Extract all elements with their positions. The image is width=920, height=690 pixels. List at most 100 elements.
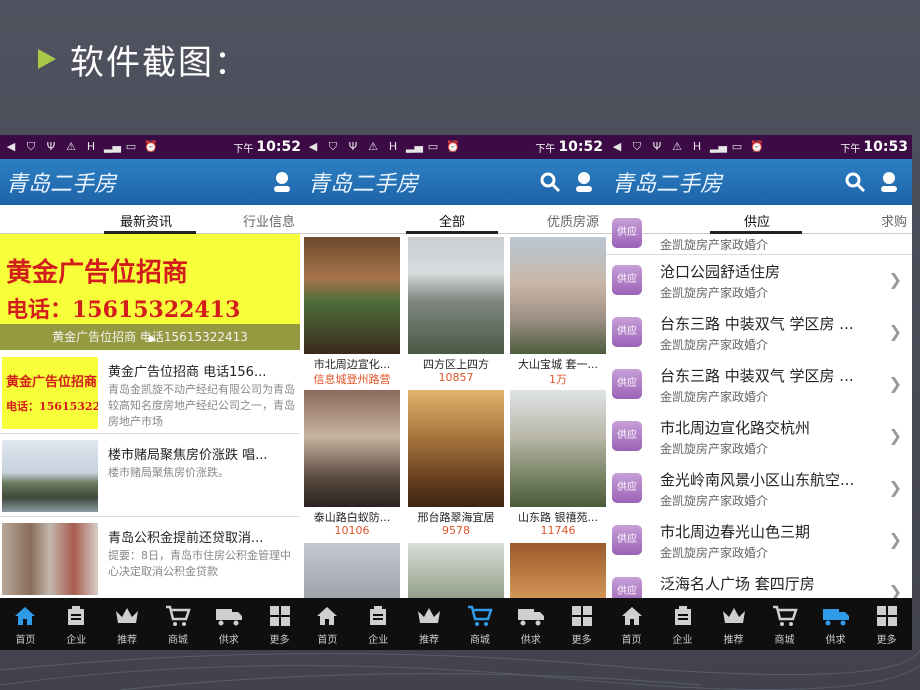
grid-icon [876, 603, 898, 629]
bottom-nav: 首页 企业 推荐 商城 供求 更多 [0, 598, 305, 650]
status-ampm: 下午 [535, 143, 556, 155]
news-title: 黄金广告位招商 电话156... [108, 365, 267, 380]
usb-icon: Ψ [652, 140, 662, 153]
list-item[interactable]: 供应 市北周边宣化路交杭州 金凯旋房产家政婚介 ❯ [606, 411, 912, 464]
listing-card[interactable]: 大山宝城 套一... 1万 [508, 234, 607, 386]
listing-price: 10106 [334, 524, 370, 537]
app-header: 青岛二手房 [302, 159, 607, 205]
nav-label: 企业 [368, 634, 389, 646]
search-icon [845, 172, 866, 193]
user-icon [274, 172, 290, 192]
carousel-dot [148, 336, 154, 342]
news-thumbnail [2, 523, 98, 595]
list-item-subtitle: 金凯旋房产家政婚介 [660, 442, 769, 456]
list-item[interactable]: 供应 沧口公园舒适住房 金凯旋房产家政婚介 ❯ [606, 255, 912, 308]
nav-item-grid[interactable]: 更多 [256, 603, 304, 646]
news-title: 楼市赌局聚焦房价涨跌 唱... [108, 448, 268, 463]
nav-item-crown[interactable]: 推荐 [710, 603, 758, 646]
news-desc: 楼市赌局聚焦房价涨跌。 [108, 466, 229, 479]
network-h-icon: H [388, 140, 398, 153]
thumb-line1: 黄金广告位招商 [6, 375, 98, 390]
nav-item-grid[interactable]: 更多 [558, 603, 606, 646]
tab-bar: 供应 求购 [606, 205, 912, 234]
nav-item-cart[interactable]: 商城 [154, 603, 202, 646]
nav-label: 推荐 [117, 634, 138, 646]
listing-photo [304, 543, 400, 603]
screenshot-news: ◀ ⛉ Ψ ⚠ H ▂▄ ▭ ⏰ 下午 10:52 青岛二手房 最新资讯 行业信… [0, 135, 305, 650]
nav-item-crown[interactable]: 推荐 [405, 603, 453, 646]
listing-card[interactable]: 四方区上四方 10857 [406, 234, 506, 384]
listing-card[interactable]: 邢台路翠海宜居 9578 [406, 387, 506, 537]
signal-icon: ▂▄ [710, 140, 727, 153]
list-item-title: 金光岭南风景小区山东航空... [660, 471, 855, 489]
tab-latest-news[interactable]: 最新资讯 [120, 211, 172, 230]
listing-photo [510, 543, 606, 603]
tab-industry-info[interactable]: 行业信息 [243, 211, 295, 230]
nav-label: 供求 [825, 634, 846, 646]
alarm-icon: ⏰ [446, 140, 460, 153]
search-button[interactable] [533, 165, 567, 199]
nav-item-cart[interactable]: 商城 [456, 603, 504, 646]
listing-card[interactable]: 山东路 银禧苑... 11746 [508, 387, 607, 537]
nav-label: 更多 [571, 634, 592, 646]
back-arrow-icon: ◀ [6, 140, 16, 153]
listing-title: 市北周边宣化... [313, 358, 391, 371]
user-button[interactable] [567, 165, 601, 199]
home-icon [315, 603, 339, 629]
battery-icon: ▭ [427, 140, 439, 153]
shield-icon: ⛉ [632, 140, 642, 153]
list-item-title: 台东三路 中装双气 学区房 ... [660, 315, 854, 333]
tab-all[interactable]: 全部 [439, 211, 465, 230]
nav-item-truck[interactable]: 供求 [507, 603, 555, 646]
listing-price: 11746 [540, 524, 576, 537]
user-button[interactable] [265, 165, 299, 199]
bottom-nav: 首页 企业 推荐 商城 供求 更多 [606, 598, 912, 650]
user-button[interactable] [872, 165, 906, 199]
supply-badge: 供应 [612, 218, 642, 248]
news-item[interactable]: 楼市赌局聚焦房价涨跌 唱... 楼市赌局聚焦房价涨跌。 [0, 434, 300, 517]
listing-title: 邢台路翠海宜居 [417, 511, 495, 524]
list-item[interactable]: 供应 市北周边春光山色三期 金凯旋房产家政婚介 ❯ [606, 515, 912, 568]
nav-item-home[interactable]: 首页 [608, 603, 656, 646]
list-item[interactable]: 供应 台东三路 中装双气 学区房 ... 金凯旋房产家政婚介 ❯ [606, 307, 912, 360]
nav-item-truck[interactable]: 供求 [205, 603, 253, 646]
supply-badge: 供应 [612, 421, 642, 451]
nav-item-company[interactable]: 企业 [52, 603, 100, 646]
nav-item-cart[interactable]: 商城 [761, 603, 809, 646]
list-item-title: 市北周边宣化路交杭州 [660, 419, 811, 437]
list-item[interactable]: 供应 金光岭南风景小区山东航空... 金凯旋房产家政婚介 ❯ [606, 463, 912, 516]
status-bar: ◀ ⛉ Ψ ⚠ H ▂▄ ▭ ⏰ 下午 10:52 [302, 135, 607, 159]
network-h-icon: H [692, 140, 702, 153]
nav-label: 推荐 [419, 634, 440, 646]
user-icon [576, 172, 592, 192]
crown-icon [721, 603, 747, 629]
nav-item-home[interactable]: 首页 [1, 603, 49, 646]
news-item[interactable]: 青岛公积金提前还贷取消... 提要：8日，青岛市住房公积金管理中心决定取消公积金… [0, 517, 300, 600]
search-button[interactable] [838, 165, 872, 199]
chevron-right-icon: ❯ [888, 478, 902, 497]
nav-item-company[interactable]: 企业 [354, 603, 402, 646]
chevron-right-icon: ❯ [888, 530, 902, 549]
bottom-nav: 首页 企业 推荐 商城 供求 更多 [302, 598, 607, 650]
nav-item-grid[interactable]: 更多 [863, 603, 911, 646]
tab-wanted[interactable]: 求购 [881, 211, 907, 230]
nav-item-company[interactable]: 企业 [659, 603, 707, 646]
listing-photo [304, 237, 400, 354]
status-bar: ◀ ⛉ Ψ ⚠ H ▂▄ ▭ ⏰ 下午 10:52 [0, 135, 305, 159]
list-item[interactable]: 供应 台东三路 中装双气 学区房 ... 金凯旋房产家政婚介 ❯ [606, 359, 912, 412]
listing-card[interactable]: 泰山路白蚁防... 10106 [302, 387, 402, 537]
nav-label: 更多 [269, 634, 290, 646]
nav-item-crown[interactable]: 推荐 [103, 603, 151, 646]
slide-title: 软件截图： [38, 34, 250, 84]
list-item[interactable]: 供应 金凯旋房产家政婚介 [606, 218, 912, 255]
listing-card[interactable]: 市北周边宣化... 信息城登州路营 [302, 234, 402, 386]
nav-label: 更多 [876, 634, 897, 646]
ad-banner[interactable]: 黄金广告位招商 电话：15615322413 黄金广告位招商 电话1561532… [0, 234, 300, 350]
tab-quality-listings[interactable]: 优质房源 [547, 211, 599, 230]
list-item-subtitle: 金凯旋房产家政婚介 [660, 390, 769, 404]
list-item-subtitle: 金凯旋房产家政婚介 [660, 338, 769, 352]
nav-item-truck[interactable]: 供求 [812, 603, 860, 646]
tab-supply[interactable]: 供应 [744, 211, 770, 230]
news-item[interactable]: 黄金广告位招商 电话：15615322413 黄金广告位招商 电话156... … [0, 351, 300, 434]
nav-item-home[interactable]: 首页 [303, 603, 351, 646]
